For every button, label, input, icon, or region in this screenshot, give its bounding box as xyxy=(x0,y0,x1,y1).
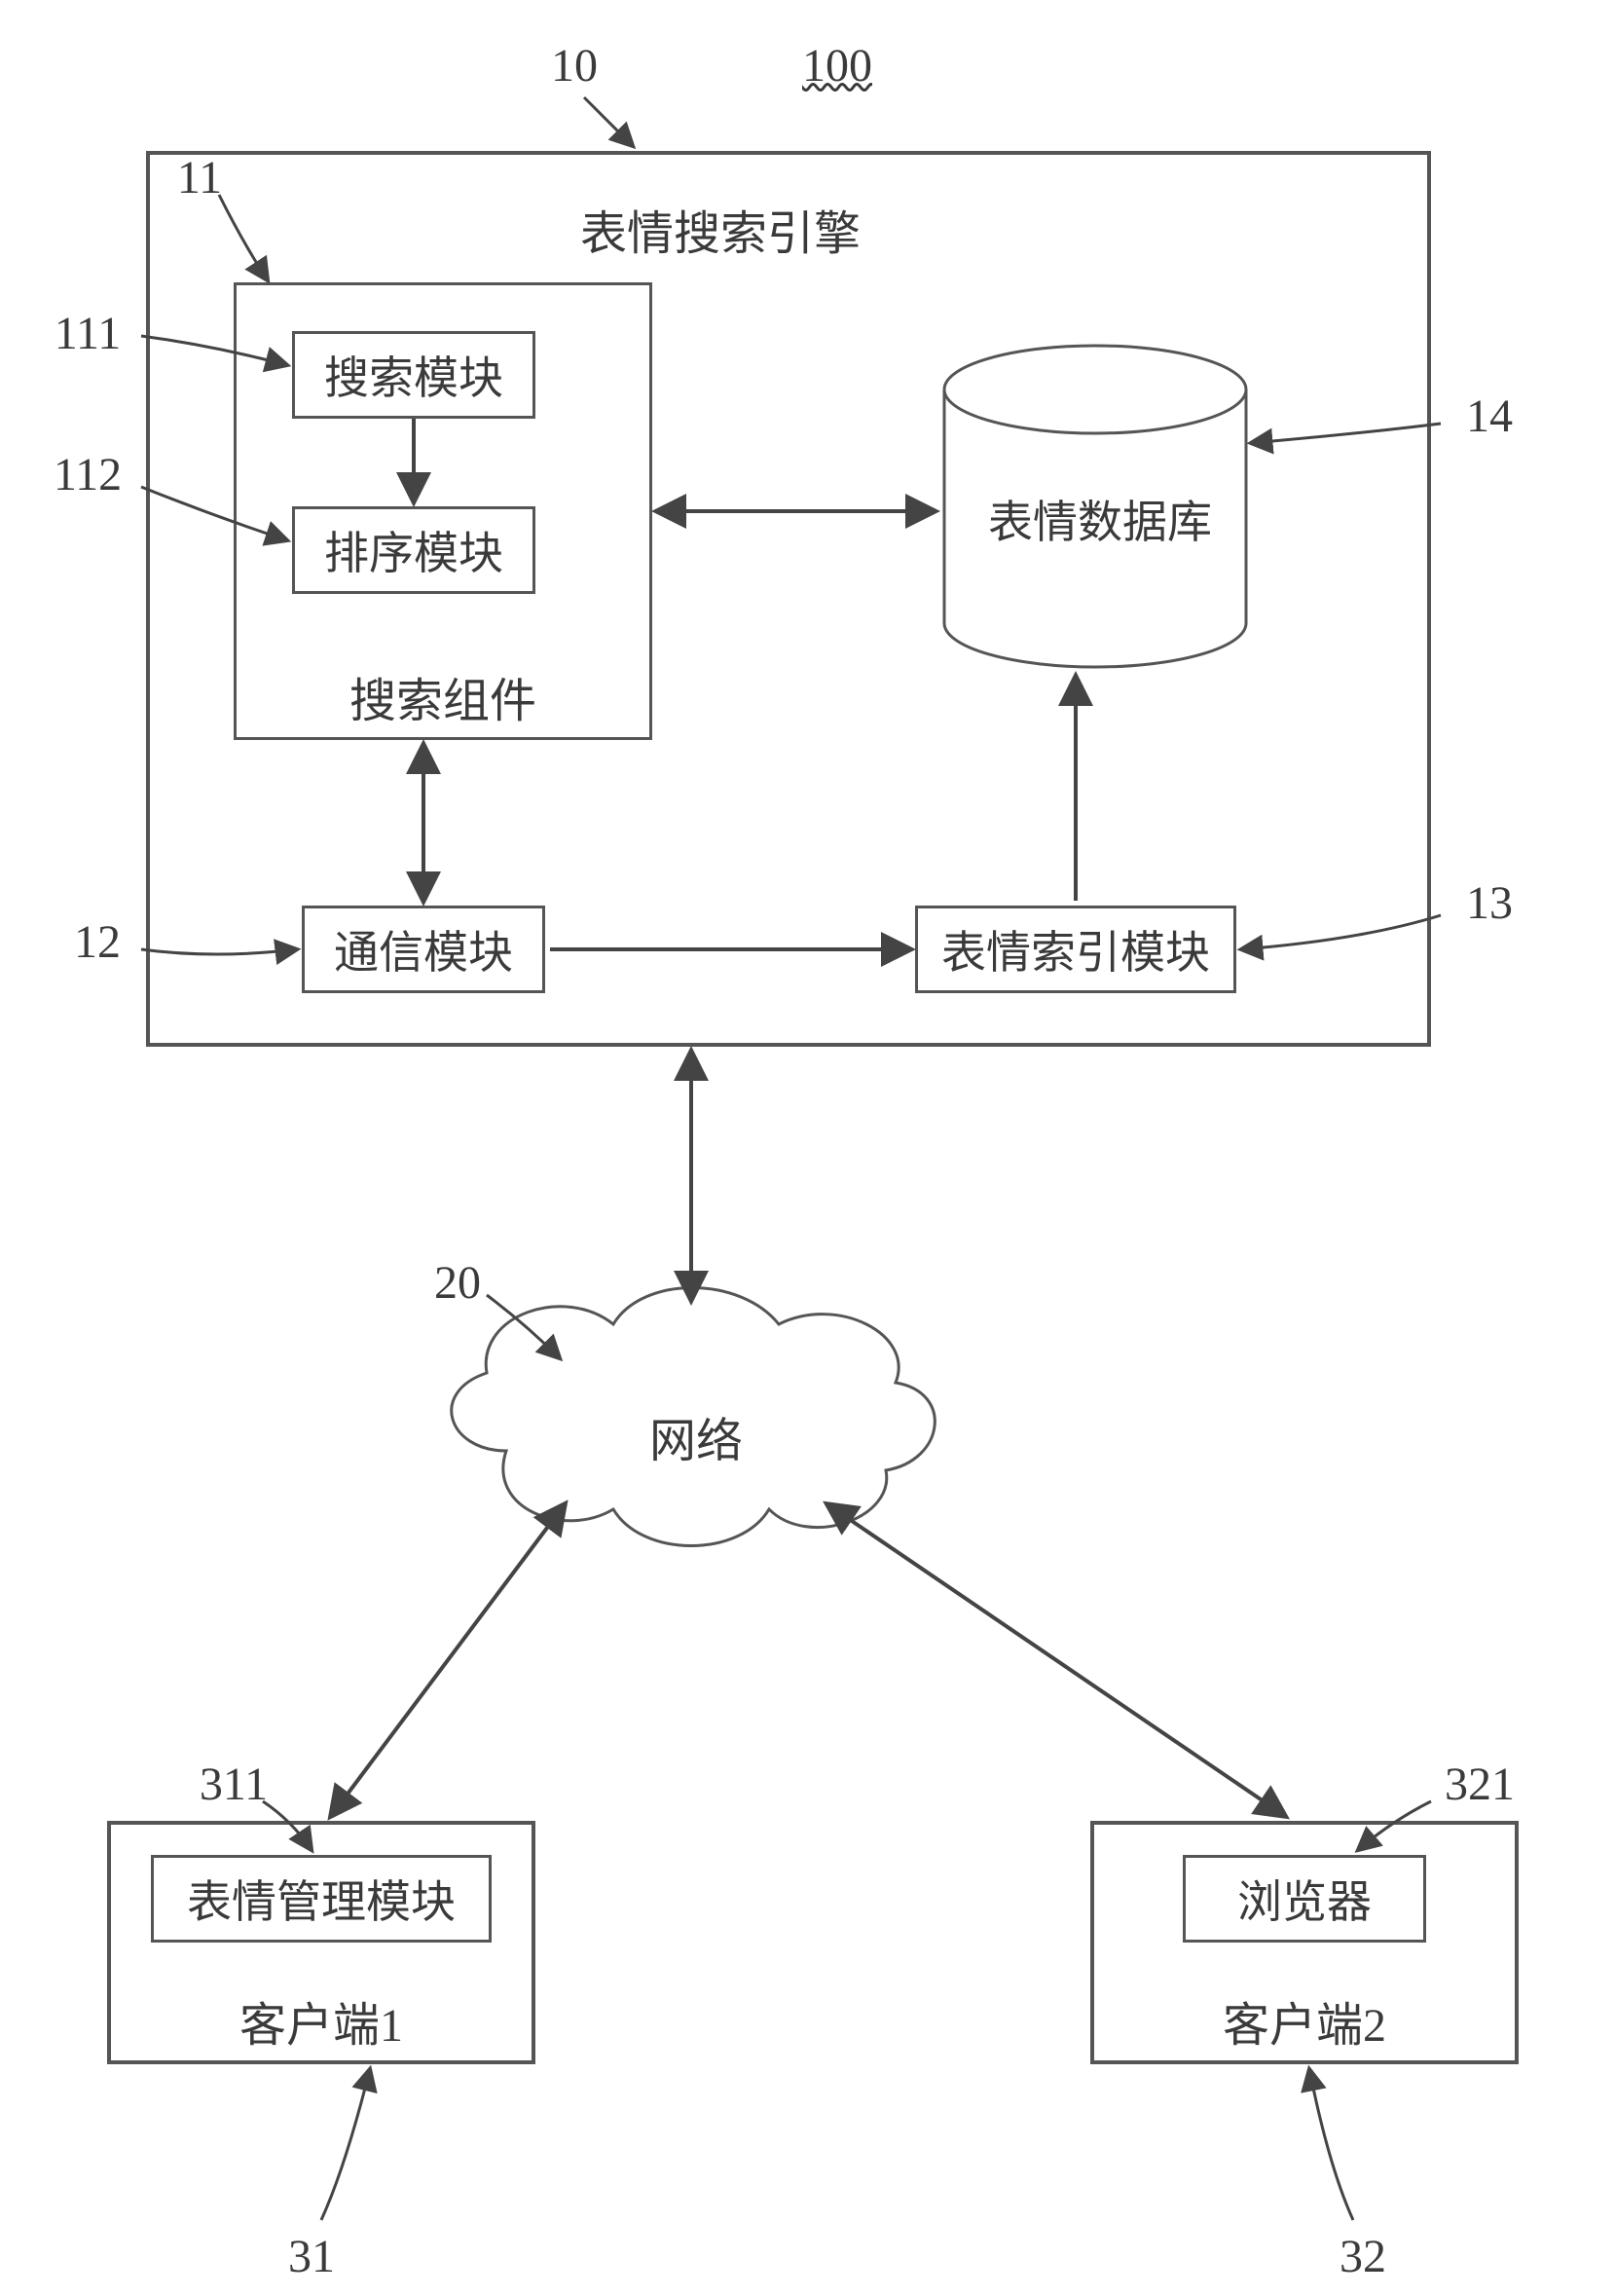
client2-inner-box: 浏览器 xyxy=(1183,1855,1426,1943)
ref-14: 14 xyxy=(1450,389,1528,443)
ref-111: 111 xyxy=(39,307,136,360)
search-component-label: 搜索组件 xyxy=(321,662,565,730)
client1-label: 客户端1 xyxy=(224,1986,419,2055)
ref-321: 321 xyxy=(1431,1758,1528,1811)
ref-13: 13 xyxy=(1450,876,1528,930)
ref-32: 32 xyxy=(1324,2230,1402,2283)
ref-20: 20 xyxy=(419,1256,496,1310)
sort-module-box: 排序模块 xyxy=(292,506,535,594)
ref-112: 112 xyxy=(39,448,136,501)
ref-10: 10 xyxy=(535,39,613,93)
database-label: 表情数据库 xyxy=(964,487,1236,551)
search-module-box: 搜索模块 xyxy=(292,331,535,419)
ref-12: 12 xyxy=(58,915,136,969)
engine-title: 表情搜索引擎 xyxy=(526,195,915,263)
index-module-box: 表情索引模块 xyxy=(915,906,1236,993)
ref-11: 11 xyxy=(161,151,239,204)
network-label: 网络 xyxy=(623,1402,769,1470)
ref-311: 311 xyxy=(185,1758,282,1811)
comm-module-box: 通信模块 xyxy=(302,906,545,993)
ref-100: 100 xyxy=(779,39,896,93)
ref-31: 31 xyxy=(273,2230,350,2283)
client2-label: 客户端2 xyxy=(1207,1986,1402,2055)
client1-inner-box: 表情管理模块 xyxy=(151,1855,492,1943)
